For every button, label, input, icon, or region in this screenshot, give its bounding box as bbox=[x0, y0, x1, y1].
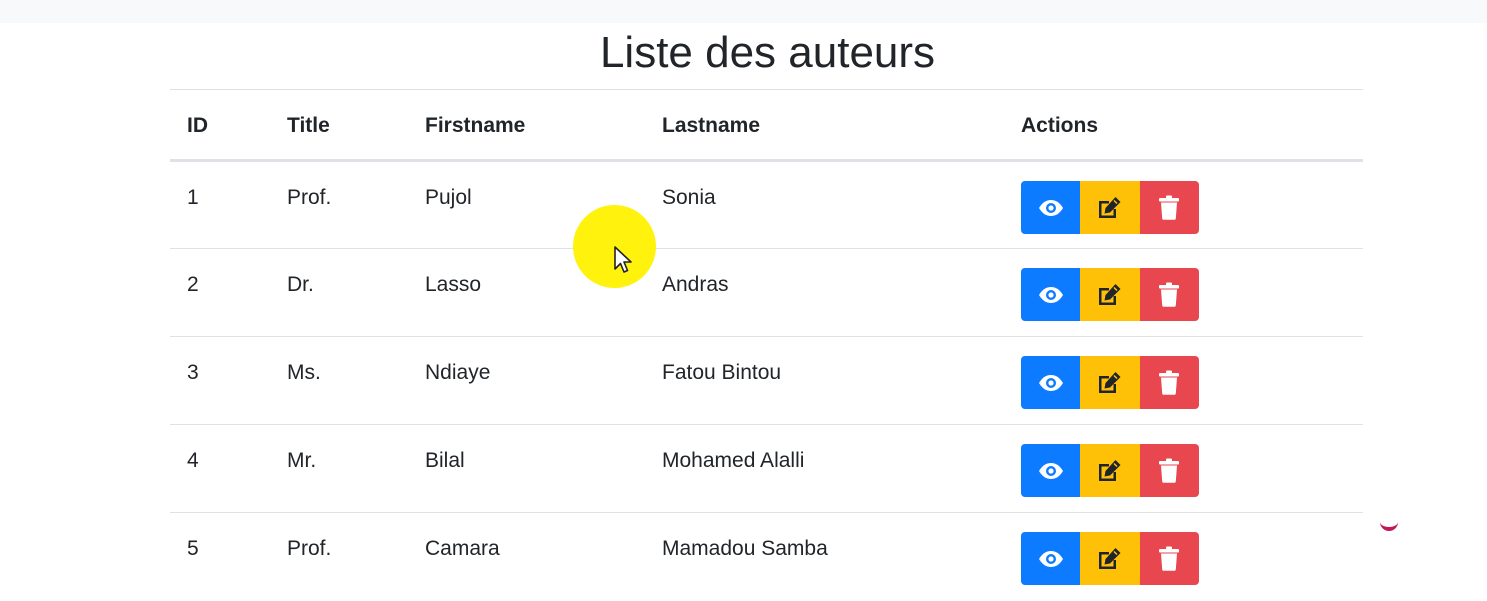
delete-button[interactable] bbox=[1139, 444, 1199, 497]
view-button[interactable] bbox=[1021, 444, 1081, 497]
eye-icon bbox=[1038, 550, 1064, 568]
table-row: 3 Ms. Ndiaye Fatou Bintou bbox=[170, 336, 1363, 425]
cell-actions bbox=[1004, 160, 1363, 249]
table-row: 1 Prof. Pujol Sonia bbox=[170, 160, 1363, 249]
view-button[interactable] bbox=[1021, 532, 1081, 585]
trash-icon bbox=[1158, 282, 1180, 307]
table-header-row: ID Title Firstname Lastname Actions bbox=[170, 89, 1363, 161]
edit-button[interactable] bbox=[1080, 444, 1140, 497]
authors-table: ID Title Firstname Lastname Actions 1 Pro… bbox=[170, 89, 1363, 601]
eye-icon bbox=[1038, 199, 1064, 217]
table-row: 2 Dr. Lasso Andras bbox=[170, 248, 1363, 337]
edit-icon bbox=[1096, 370, 1123, 395]
cell-title: Prof. bbox=[270, 160, 408, 249]
edge-mark bbox=[1380, 517, 1398, 531]
page-title: Liste des auteurs bbox=[599, 28, 936, 77]
edit-icon bbox=[1096, 195, 1123, 220]
eye-icon bbox=[1038, 462, 1064, 480]
action-button-group bbox=[1021, 181, 1199, 234]
edit-icon bbox=[1096, 546, 1123, 571]
eye-icon bbox=[1038, 374, 1064, 392]
view-button[interactable] bbox=[1021, 181, 1081, 234]
table-row: 5 Prof. Camara Mamadou Samba bbox=[170, 513, 1363, 601]
action-button-group bbox=[1021, 356, 1199, 409]
column-header-actions: Actions bbox=[1021, 113, 1099, 137]
table-row: 4 Mr. Bilal Mohamed Alalli bbox=[170, 424, 1363, 513]
cell-title: Mr. bbox=[270, 424, 408, 513]
cell-lastname: Andras bbox=[645, 248, 1004, 337]
cell-actions bbox=[1004, 336, 1363, 425]
cell-lastname: Mohamed Alalli bbox=[645, 424, 1004, 513]
view-button[interactable] bbox=[1021, 268, 1081, 321]
edit-button[interactable] bbox=[1080, 268, 1140, 321]
cell-lastname: Sonia bbox=[645, 160, 1004, 249]
cell-firstname: Camara bbox=[425, 537, 500, 560]
action-button-group bbox=[1021, 444, 1199, 497]
edit-button[interactable] bbox=[1080, 532, 1140, 585]
cell-title: Dr. bbox=[270, 248, 408, 337]
top-navbar bbox=[0, 0, 1487, 23]
delete-button[interactable] bbox=[1139, 181, 1199, 234]
column-header-id: ID bbox=[187, 113, 208, 137]
table-body: 1 Prof. Pujol Sonia 2 Dr. Lasso Andras 3 Ms. Ndiay… bbox=[170, 160, 1363, 601]
delete-button[interactable] bbox=[1139, 532, 1199, 585]
edit-button[interactable] bbox=[1080, 356, 1140, 409]
cell-id: 2 bbox=[170, 248, 270, 337]
edit-button[interactable] bbox=[1080, 181, 1140, 234]
table-header: ID Title Firstname Lastname Actions bbox=[170, 89, 1363, 161]
trash-icon bbox=[1158, 195, 1180, 220]
cell-id: 4 bbox=[170, 424, 270, 513]
cell-firstname: Bilal bbox=[408, 424, 645, 513]
cell-actions bbox=[1004, 248, 1363, 337]
column-header-title: Title bbox=[287, 113, 330, 137]
eye-icon bbox=[1038, 286, 1064, 304]
delete-button[interactable] bbox=[1139, 356, 1199, 409]
cell-title: Prof. bbox=[287, 537, 332, 560]
cell-id: 3 bbox=[170, 336, 270, 425]
trash-icon bbox=[1158, 546, 1180, 571]
cell-firstname: Ndiaye bbox=[408, 336, 645, 425]
cell-title: Ms. bbox=[270, 336, 408, 425]
cell-actions bbox=[1004, 513, 1363, 601]
action-button-group bbox=[1021, 268, 1199, 321]
cell-id: 5 bbox=[187, 537, 199, 560]
delete-button[interactable] bbox=[1139, 268, 1199, 321]
action-button-group bbox=[1021, 532, 1199, 585]
column-header-lastname: Lastname bbox=[662, 113, 761, 137]
cell-lastname: Mamadou Samba bbox=[662, 537, 828, 560]
edit-icon bbox=[1096, 282, 1123, 307]
trash-icon bbox=[1158, 458, 1180, 483]
column-header-firstname: Firstname bbox=[425, 113, 526, 137]
cell-actions bbox=[1004, 424, 1363, 513]
edit-icon bbox=[1096, 458, 1123, 483]
cell-id: 1 bbox=[170, 160, 270, 249]
trash-icon bbox=[1158, 370, 1180, 395]
cell-lastname: Fatou Bintou bbox=[645, 336, 1004, 425]
authors-table-container: ID Title Firstname Lastname Actions 1 Pro… bbox=[170, 89, 1363, 601]
view-button[interactable] bbox=[1021, 356, 1081, 409]
mouse-cursor-icon bbox=[614, 246, 632, 273]
